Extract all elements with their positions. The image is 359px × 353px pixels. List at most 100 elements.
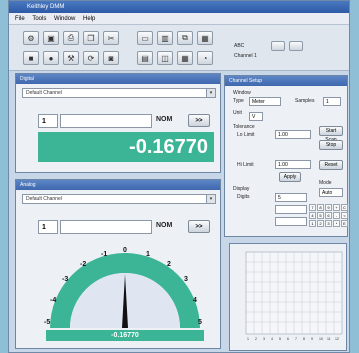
x-tick-label: 2 — [255, 337, 257, 341]
keypad-key[interactable]: 3 — [325, 220, 332, 227]
analog-channel-value: Default Channel — [26, 196, 62, 202]
extra-field-1[interactable] — [275, 205, 307, 214]
gauge-tick-label: 1 — [146, 251, 150, 258]
chart-icon[interactable]: ◫ — [157, 51, 173, 65]
keypad-key[interactable]: E — [341, 220, 348, 227]
toolbar: ⚙ ▣ ⎙ ❐ ✂ ▭ ▥ ⧉ ▦ ■ ● ⚒ ⟳ ◙ ▤ ◫ ▦ ◔ ABC … — [9, 25, 349, 71]
config-icon[interactable]: ⚒ — [63, 51, 79, 65]
keypad-key[interactable]: * — [333, 220, 340, 227]
x-tick-label: 1 — [247, 337, 249, 341]
keypad-key[interactable]: C — [341, 204, 348, 211]
x-tick-label: 7 — [295, 337, 297, 341]
x-tick-label: 11 — [327, 337, 331, 341]
x-tick-label: 3 — [263, 337, 265, 341]
gauge-tick-label: 2 — [167, 261, 171, 268]
mode-label: Mode — [319, 180, 332, 186]
keypad-key[interactable]: - — [333, 212, 340, 219]
toolbar-small-button-1[interactable] — [271, 41, 285, 51]
keypad-key[interactable]: 4 — [309, 212, 316, 219]
type-select[interactable]: Meter — [249, 97, 281, 106]
toolbar-option-a[interactable]: ABC — [234, 43, 244, 49]
camera-icon[interactable]: ◙ — [103, 51, 119, 65]
table-icon[interactable]: ▦ — [177, 51, 193, 65]
stop-button[interactable]: Stop — [319, 140, 343, 150]
digital-name-field[interactable] — [60, 114, 152, 128]
x-tick-label: 5 — [279, 337, 281, 341]
keypad-key[interactable]: 5 — [317, 212, 324, 219]
gauge-tick-label: 3 — [184, 276, 188, 283]
extra-field-2[interactable] — [275, 217, 307, 226]
analog-readout: -0.16770 — [46, 330, 204, 341]
unit-field[interactable]: V — [249, 112, 263, 121]
digital-channel-select[interactable]: Default Channel ▾ — [22, 88, 216, 98]
keypad-key[interactable]: 2 — [317, 220, 324, 227]
analog-expand-button[interactable]: >> — [188, 220, 210, 233]
chevron-down-icon: ▾ — [206, 89, 215, 97]
gauge-tick-label: -5 — [44, 319, 50, 326]
toolbar-option-b[interactable]: Channel 1 — [234, 53, 257, 59]
app-title: Keithley DMM — [9, 1, 349, 13]
keypad-key[interactable]: 1 — [309, 220, 316, 227]
keypad-key[interactable]: < — [341, 212, 348, 219]
panel-icon[interactable]: ▤ — [137, 51, 153, 65]
cut-icon[interactable]: ✂ — [103, 31, 119, 45]
digital-expand-button[interactable]: >> — [188, 114, 210, 127]
analog-window-title: Analog — [16, 180, 220, 190]
grid-icon[interactable]: ▦ — [197, 31, 213, 45]
print-icon[interactable]: ⎙ — [63, 31, 79, 45]
gauge-tick-label: -3 — [62, 276, 68, 283]
analog-gauge: -5 -4 -3 -2 -1 0 1 2 3 4 5 — [44, 247, 202, 328]
start-scan-button[interactable]: Start Scan — [319, 126, 343, 143]
x-tick-label: 12 — [335, 337, 339, 341]
x-tick-label: 9 — [311, 337, 313, 341]
digital-index-field[interactable]: 1 — [38, 114, 58, 128]
menu-file[interactable]: File — [15, 13, 25, 25]
refresh-icon[interactable]: ⟳ — [83, 51, 99, 65]
setup-window-title: Channel Setup — [225, 76, 347, 86]
meter-icon[interactable]: ◔ — [197, 51, 213, 65]
keypad-key[interactable]: 8 — [317, 204, 324, 211]
samples-label: Samples — [295, 98, 315, 104]
reset-button[interactable]: Reset — [319, 160, 343, 170]
chart-grid: 1 2 3 4 5 6 7 8 9 10 11 12 — [245, 251, 343, 341]
keypad-key[interactable]: 7 — [309, 204, 316, 211]
x-tick-label: 8 — [303, 337, 305, 341]
menu-tools[interactable]: Tools — [32, 13, 46, 25]
gauge-tick-label: -4 — [50, 297, 56, 304]
analog-window: Analog Default Channel ▾ 1 NOM >> -5 -4 … — [15, 179, 221, 349]
digital-nom-label: NOM — [156, 116, 173, 123]
digits-field[interactable]: 5 — [275, 193, 307, 202]
analog-index-field[interactable]: 1 — [38, 220, 58, 234]
chevron-down-icon: ▾ — [206, 195, 215, 203]
window-icon[interactable]: ▭ — [137, 31, 153, 45]
gear-icon[interactable]: ⚙ — [23, 31, 39, 45]
save-icon[interactable]: ▣ — [43, 31, 59, 45]
keypad-key[interactable]: 9 — [325, 204, 332, 211]
digital-window-title: Digital — [16, 74, 220, 84]
gauge-tick-label: -2 — [80, 261, 86, 268]
samples-field[interactable]: 1 — [323, 97, 341, 106]
digital-channel-value: Default Channel — [26, 90, 62, 96]
cascade-icon[interactable]: ⧉ — [177, 31, 193, 45]
x-tick-label: 4 — [271, 337, 273, 341]
x-tick-label: 6 — [287, 337, 289, 341]
gauge-tick-label: 0 — [123, 247, 127, 254]
gauge-tick-label: 5 — [198, 319, 202, 326]
keypad-key[interactable]: 6 — [325, 212, 332, 219]
analog-name-field[interactable] — [60, 220, 152, 234]
tolerance-label: Tolerance — [233, 124, 255, 130]
upper-field[interactable]: 1.00 — [275, 160, 311, 169]
lower-field[interactable]: 1.00 — [275, 130, 311, 139]
stop-icon[interactable]: ■ — [23, 51, 39, 65]
chart-window: 1 2 3 4 5 6 7 8 9 10 11 12 — [229, 243, 347, 351]
menu-help[interactable]: Help — [83, 13, 95, 25]
copy-icon[interactable]: ❐ — [83, 31, 99, 45]
record-icon[interactable]: ● — [43, 51, 59, 65]
analog-channel-select[interactable]: Default Channel ▾ — [22, 194, 216, 204]
apply-button[interactable]: Apply — [279, 172, 301, 182]
keypad-key[interactable]: + — [333, 204, 340, 211]
tile-icon[interactable]: ▥ — [157, 31, 173, 45]
mode-select[interactable]: Auto — [319, 188, 343, 197]
menu-window[interactable]: Window — [54, 13, 75, 25]
toolbar-small-button-2[interactable] — [289, 41, 303, 51]
